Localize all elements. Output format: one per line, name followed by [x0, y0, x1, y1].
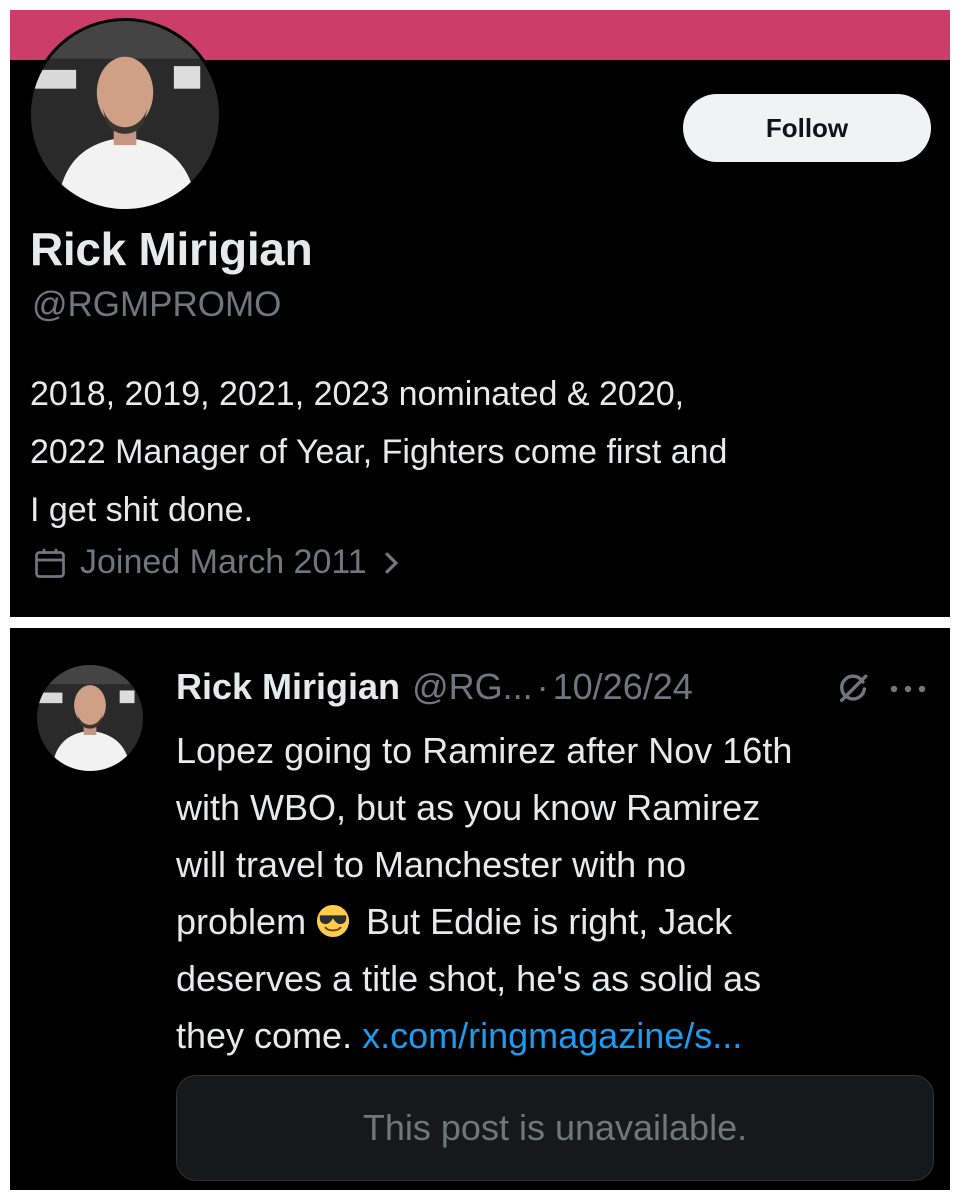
post-author-name[interactable]: Rick Mirigian [176, 666, 400, 708]
quoted-post-unavailable-text: This post is unavailable. [362, 1107, 748, 1148]
profile-handle: @RGMPROMO [32, 285, 282, 324]
follow-button[interactable]: Follow [683, 94, 931, 162]
bio-line: 2022 Manager of Year, Fighters come firs… [30, 433, 728, 471]
post-header: Rick Mirigian @RG... · 10/26/24 [176, 666, 693, 708]
post-separator: · [536, 666, 549, 707]
chevron-right-icon [384, 551, 398, 574]
post-text-fragment: they come. [176, 1015, 353, 1056]
profile-card: Follow Rick Mirigian @RGMPROMO 2018, 201… [10, 10, 950, 617]
bio-line: 2018, 2019, 2021, 2023 nominated & 2020, [30, 375, 685, 413]
joined-date-text: Joined March 2011 [80, 543, 367, 581]
grok-icon[interactable] [836, 672, 870, 706]
quoted-post-card[interactable]: This post is unavailable. [176, 1075, 934, 1181]
post-text-line: deserves a title shot, he's as solid as [176, 958, 762, 999]
more-options-icon[interactable] [888, 684, 928, 694]
post-author-avatar[interactable] [37, 665, 143, 771]
post-text-fragment: problem [176, 901, 307, 942]
post-text-line: they come. x.com/ringmagazine/s... [176, 1007, 936, 1064]
post-author-handle[interactable]: @RG... [412, 666, 533, 708]
post-date[interactable]: 10/26/24 [553, 666, 693, 708]
post-text-fragment: But Eddie is right, Jack [366, 901, 733, 942]
post-link[interactable]: x.com/ringmagazine/s... [362, 1015, 742, 1056]
profile-bio: 2018, 2019, 2021, 2023 nominated & 2020,… [30, 365, 940, 539]
post-text-line: Lopez going to Ramirez after Nov 16th [176, 730, 793, 771]
smiling-face-with-sunglasses-emoji [317, 904, 350, 938]
post-text-line: will travel to Manchester with no [176, 844, 687, 885]
post-body: Lopez going to Ramirez after Nov 16th wi… [176, 722, 936, 1064]
profile-avatar[interactable] [28, 18, 222, 212]
post-card[interactable]: Rick Mirigian @RG... · 10/26/24 Lopez go… [10, 628, 950, 1190]
profile-display-name: Rick Mirigian [30, 223, 313, 275]
post-text-line: problem But Eddie is right, Jack [176, 893, 936, 950]
joined-date-link[interactable]: Joined March 2011 [32, 543, 401, 582]
bio-line: I get shit done. [30, 491, 254, 529]
post-text-line: with WBO, but as you know Ramirez [176, 787, 761, 828]
calendar-icon [35, 548, 65, 578]
